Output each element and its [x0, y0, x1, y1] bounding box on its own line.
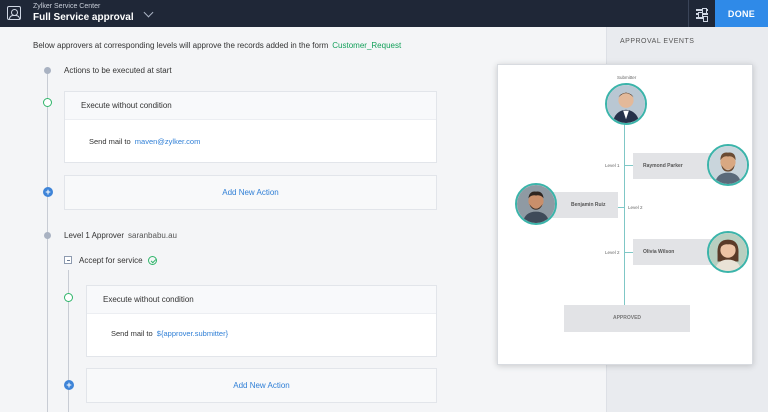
timeline-node: [44, 232, 51, 239]
app-title[interactable]: Full Service approval: [33, 12, 134, 23]
start-add-action-button[interactable]: Add New Action: [64, 175, 437, 210]
level2b-approver-name: Olivia Wilson: [643, 249, 675, 255]
timeline-line: [47, 70, 48, 412]
level1-label: Level 1 Approver: [64, 231, 125, 240]
level2a-tag: Level 2: [628, 205, 643, 210]
submitter-avatar: [605, 83, 647, 125]
level1-condition-card: Execute without condition Send mail to $…: [86, 285, 437, 357]
send-mail-label: Send mail to: [89, 137, 131, 146]
start-condition-title: Execute without condition: [65, 92, 436, 120]
level1-condition-title: Execute without condition: [87, 286, 436, 314]
level1-send-mail-row: Send mail to ${approver.submitter}: [111, 329, 228, 338]
top-bar: Zylker Service Center Full Service appro…: [0, 0, 768, 27]
send-mail-label: Send mail to: [111, 329, 153, 338]
level1-approver-name: Raymond Parker: [643, 163, 683, 169]
timeline-line-nested: [68, 270, 69, 412]
condition-node: [43, 98, 52, 107]
add-plus-icon[interactable]: +: [64, 380, 74, 390]
approved-status-box: APPROVED: [564, 305, 690, 332]
level2a-approver-avatar: [515, 183, 557, 225]
flow-spine: [624, 123, 625, 326]
add-plus-icon[interactable]: +: [43, 187, 53, 197]
form-link[interactable]: Customer_Request: [332, 41, 401, 50]
condition-node: [64, 293, 73, 302]
settings-sliders-icon[interactable]: [696, 7, 708, 21]
service-center-icon: [7, 6, 21, 20]
send-mail-recipient[interactable]: ${approver.submitter}: [157, 329, 228, 338]
app-subtitle: Zylker Service Center: [33, 3, 101, 10]
start-actions-label: Actions to be executed at start: [64, 66, 172, 75]
level2a-approver-name: Benjamin Ruiz: [571, 202, 606, 208]
approval-events-title: APPROVAL EVENTS: [620, 38, 695, 45]
send-mail-recipient[interactable]: maven@zylker.com: [135, 137, 201, 146]
check-circle-icon: [148, 256, 157, 265]
level1-approver: saranbabu.au: [128, 231, 177, 240]
intro-text: Below approvers at corresponding levels …: [33, 41, 401, 50]
level2b-approver-avatar: [707, 231, 749, 273]
chevron-down-icon[interactable]: [143, 7, 154, 18]
accept-service-label: Accept for service: [79, 256, 143, 265]
level1-tag: Level 1: [605, 163, 620, 168]
approval-flow-diagram: Submitter Level 1 Raymond Parker Level 2…: [497, 64, 753, 365]
level1-approver-avatar: [707, 144, 749, 186]
collapse-minus-icon[interactable]: [64, 256, 72, 264]
start-condition-card: Execute without condition Send mail to m…: [64, 91, 437, 163]
submitter-label: Submitter: [617, 75, 637, 80]
done-button[interactable]: DONE: [715, 0, 768, 27]
start-send-mail-row: Send mail to maven@zylker.com: [89, 137, 200, 146]
intro-label: Below approvers at corresponding levels …: [33, 41, 329, 50]
timeline-node: [44, 67, 51, 74]
level2b-tag: Level 2: [605, 250, 620, 255]
level1-label-row: Level 1 Approver saranbabu.au: [64, 231, 177, 240]
header-divider: [688, 0, 689, 27]
level1-add-action-button[interactable]: Add New Action: [86, 368, 437, 403]
